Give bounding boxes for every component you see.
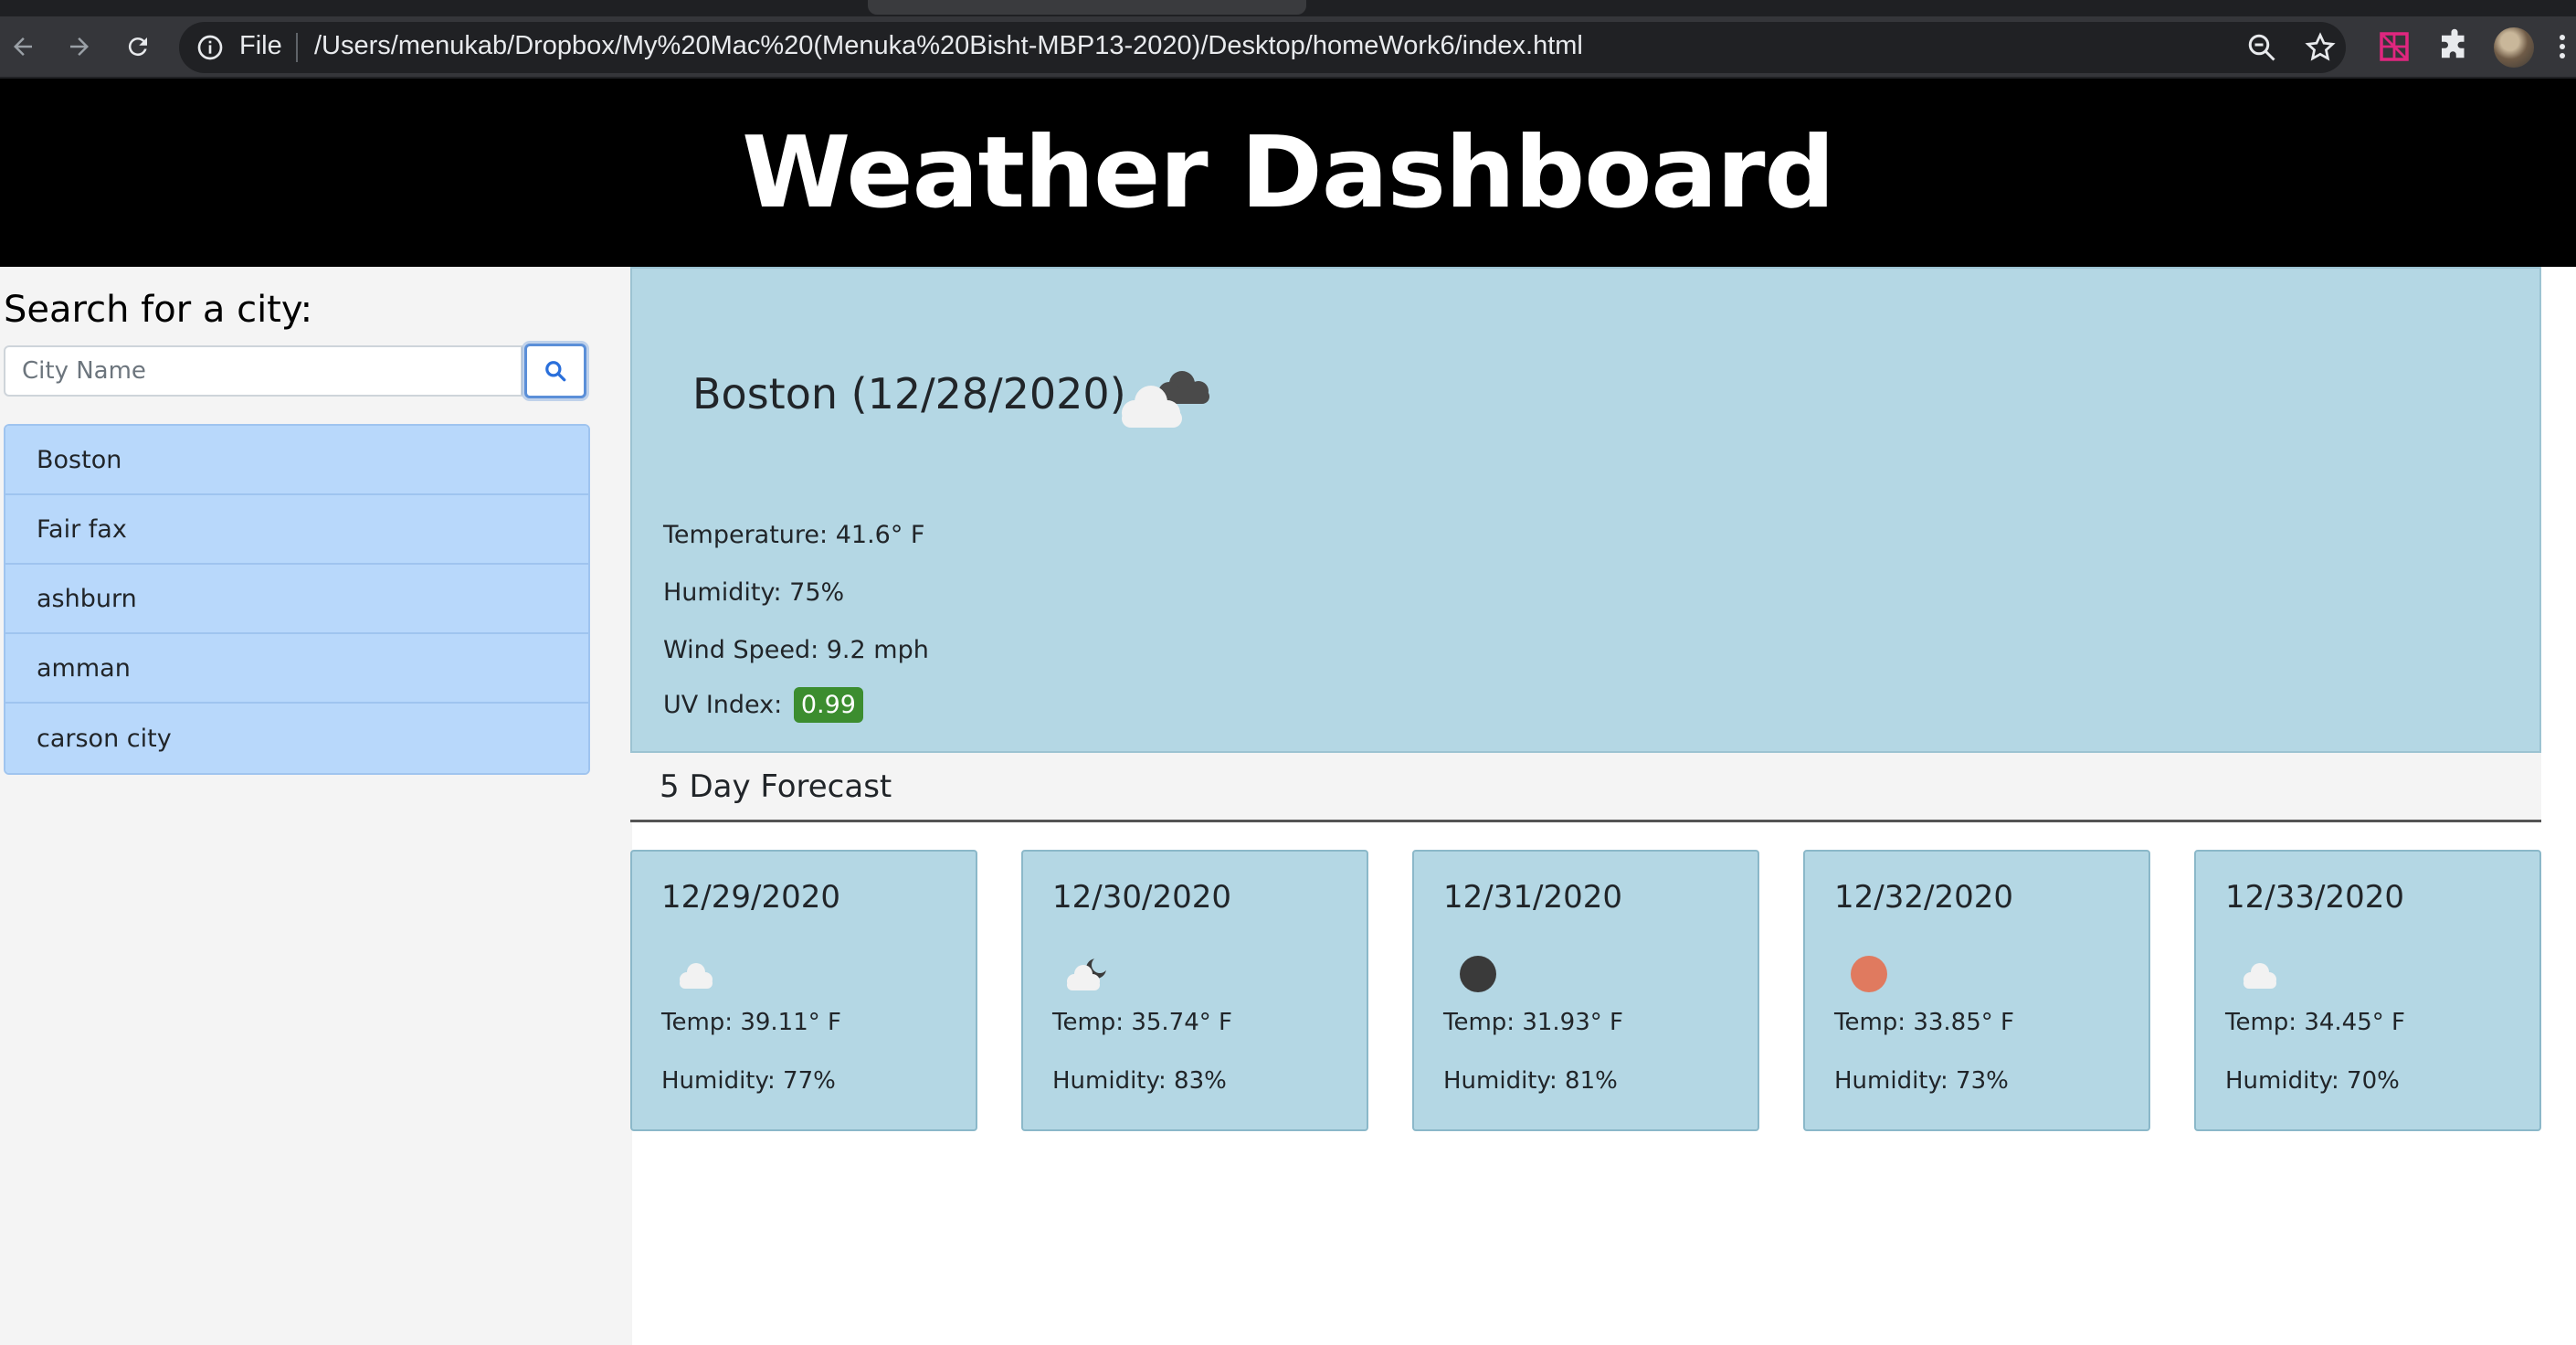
sun-icon [1851, 956, 1887, 992]
forecast-date: 12/33/2020 [2225, 879, 2404, 916]
broken-clouds-icon [1122, 371, 1209, 428]
search-button[interactable] [524, 344, 586, 398]
forecast-humidity: Humidity: 70% [2225, 1067, 2400, 1095]
forecast-temp: Temp: 33.85° F [1834, 1009, 2014, 1036]
extension-grid-icon[interactable] [2375, 27, 2413, 66]
active-tab[interactable] [868, 0, 1306, 15]
forward-button[interactable] [60, 27, 99, 66]
forecast-humidity: Humidity: 73% [1834, 1067, 2009, 1095]
browser-toolbar: File /Users/menukab/Dropbox/My%20Mac%20(… [0, 16, 2576, 79]
forecast-date: 12/30/2020 [1052, 879, 1231, 916]
profile-avatar[interactable] [2494, 27, 2534, 68]
forecast-temp: Temp: 35.74° F [1052, 1009, 1232, 1036]
history-item-carson-city[interactable]: carson city [5, 704, 588, 773]
current-weather-card: Boston (12/28/2020) Temperature: 41.6° F… [630, 267, 2541, 753]
menu-icon[interactable] [2558, 31, 2567, 64]
clear-night-icon [1460, 956, 1496, 992]
current-city-title: Boston (12/28/2020) [692, 369, 1126, 418]
page-title: Weather Dashboard [742, 115, 1835, 230]
forecast-humidity: Humidity: 83% [1052, 1067, 1227, 1095]
history-item-boston[interactable]: Boston [5, 426, 588, 495]
forecast-temp: Temp: 39.11° F [661, 1009, 841, 1036]
search-icon [545, 361, 566, 382]
zoom-icon[interactable] [2245, 31, 2278, 64]
history-item-ashburn[interactable]: ashburn [5, 565, 588, 634]
forecast-heading: 5 Day Forecast [630, 753, 2541, 822]
search-history-list: Boston Fair fax ashburn amman carson cit… [4, 424, 590, 775]
forecast-temp: Temp: 34.45° F [2225, 1009, 2405, 1036]
forecast-humidity: Humidity: 81% [1443, 1067, 1618, 1095]
forecast-date: 12/31/2020 [1443, 879, 1622, 916]
history-item-amman[interactable]: amman [5, 634, 588, 704]
page-header: Weather Dashboard [0, 79, 2576, 267]
address-bar[interactable]: File /Users/menukab/Dropbox/My%20Mac%20(… [179, 22, 2346, 73]
search-label: Search for a city: [4, 289, 313, 331]
omnibox-divider [296, 33, 298, 62]
current-wind-speed: Wind Speed: 9.2 mph [663, 636, 929, 664]
puzzle-icon[interactable] [2435, 27, 2474, 66]
star-icon[interactable] [2304, 31, 2337, 64]
forecast-card: 12/29/2020 Temp: 39.11° F Humidity: 77% [630, 850, 977, 1131]
search-sidebar: Search for a city: Boston Fair fax ashbu… [0, 267, 632, 1345]
tab-strip [0, 0, 2576, 16]
current-temperature: Temperature: 41.6° F [663, 521, 925, 549]
forecast-temp: Temp: 31.93° F [1443, 1009, 1623, 1036]
current-humidity: Humidity: 75% [663, 578, 845, 607]
forecast-card: 12/30/2020 Temp: 35.74° F Humidity: 83% [1021, 850, 1368, 1131]
arrow-left-icon [14, 37, 32, 56]
cloud-icon [680, 963, 713, 989]
history-item-fair-fax[interactable]: Fair fax [5, 495, 588, 565]
reload-icon [128, 37, 147, 57]
url-text[interactable]: /Users/menukab/Dropbox/My%20Mac%20(Menuk… [314, 31, 1583, 61]
forecast-date: 12/29/2020 [661, 879, 840, 916]
forecast-card: 12/33/2020 Temp: 34.45° F Humidity: 70% [2194, 850, 2541, 1131]
current-uv-row: UV Index: 0.99 [663, 687, 863, 723]
back-button[interactable] [4, 27, 42, 66]
info-icon[interactable] [195, 33, 225, 62]
uv-index-badge: 0.99 [793, 687, 863, 723]
partly-cloudy-night-icon [1067, 957, 1108, 990]
scheme-label: File [239, 31, 282, 60]
city-search-input[interactable] [4, 345, 523, 397]
forecast-card: 12/32/2020 Temp: 33.85° F Humidity: 73% [1803, 850, 2150, 1131]
uv-label: UV Index: [663, 691, 783, 719]
cloud-icon [2243, 963, 2276, 989]
forecast-date: 12/32/2020 [1834, 879, 2013, 916]
forecast-humidity: Humidity: 77% [661, 1067, 836, 1095]
arrow-right-icon [70, 37, 89, 56]
reload-button[interactable] [119, 27, 157, 66]
forecast-card: 12/31/2020 Temp: 31.93° F Humidity: 81% [1412, 850, 1759, 1131]
